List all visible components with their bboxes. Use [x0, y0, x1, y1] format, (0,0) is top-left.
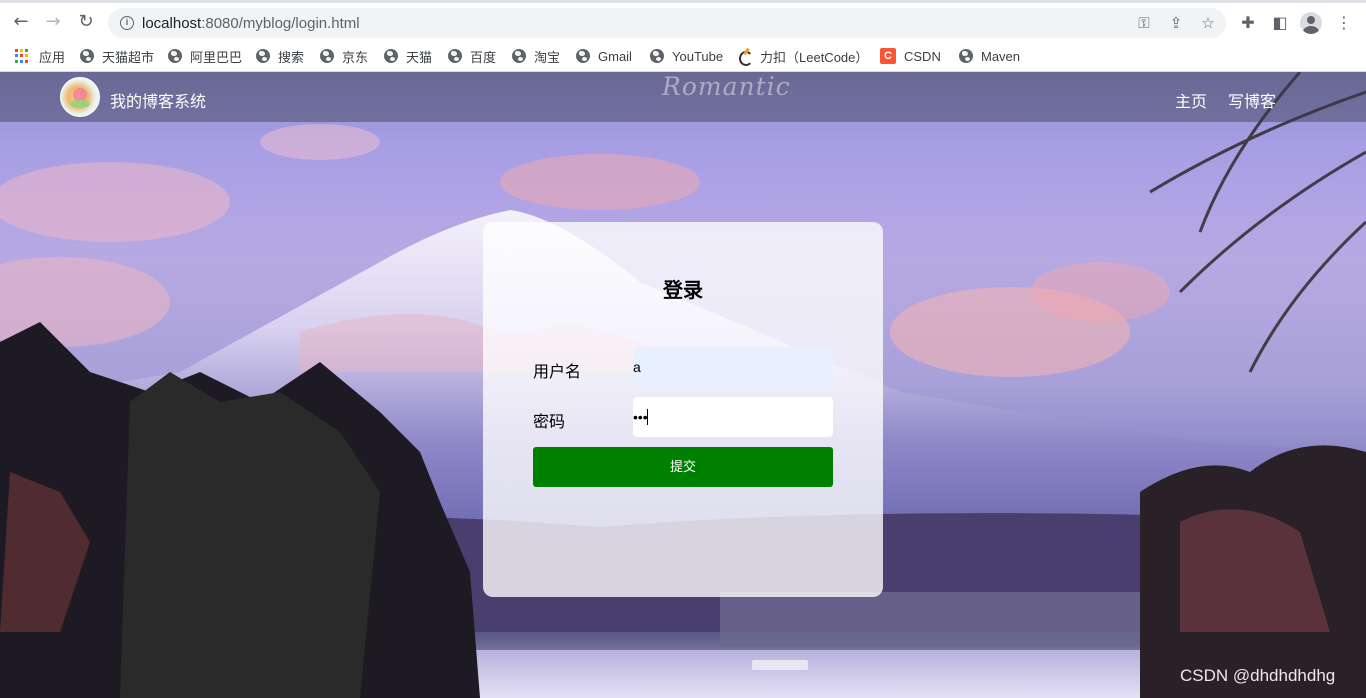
text-caret	[647, 409, 648, 425]
bookmark-label: 京东	[342, 49, 369, 65]
bookmarks-bar: 应用 天猫超市 阿里巴巴 搜索 京东 天猫 百度 淘宝 Gmail YouTub…	[0, 40, 1366, 72]
forward-arrow-icon[interactable]: →	[42, 11, 64, 33]
password-label: 密码	[533, 414, 566, 431]
globe-icon	[80, 49, 94, 63]
bookmark-label: CSDN	[904, 48, 941, 64]
bookmark-label: 搜索	[278, 49, 305, 65]
bookmark-item[interactable]: 力扣（LeetCode）	[738, 46, 868, 66]
globe-icon	[256, 49, 270, 63]
url-host: localhost	[142, 15, 202, 32]
globe-icon	[650, 49, 664, 63]
login-title: 登录	[663, 280, 703, 302]
bookmark-label: Maven	[981, 48, 1021, 64]
site-logo	[60, 77, 100, 117]
globe-icon	[576, 49, 590, 63]
login-card: 登录 用户名 密码 提交	[483, 222, 883, 597]
bookmark-label: 淘宝	[534, 49, 561, 65]
bookmark-label: 阿里巴巴	[190, 49, 243, 65]
globe-icon	[512, 49, 526, 63]
globe-icon	[959, 49, 973, 63]
submit-button[interactable]: 提交	[533, 447, 833, 487]
csdn-watermark: CSDN @dhdhdhdhg	[1180, 666, 1336, 685]
username-input[interactable]	[633, 347, 833, 387]
site-title: 我的博客系统	[110, 94, 207, 111]
bookmark-item[interactable]: Gmail	[576, 46, 632, 66]
password-input[interactable]	[633, 397, 833, 437]
bookmark-label: YouTube	[672, 48, 724, 64]
bookmark-label: 天猫超市	[102, 49, 155, 65]
side-panel-icon[interactable]: ◧	[1270, 13, 1290, 33]
bookmark-item[interactable]: 天猫超市	[80, 46, 154, 66]
bookmark-label: 百度	[470, 49, 497, 65]
key-icon[interactable]: ⚿	[1135, 14, 1153, 32]
banner-text: Romantic	[662, 72, 791, 101]
star-icon[interactable]: ☆	[1199, 14, 1217, 32]
leetcode-icon	[738, 48, 753, 66]
bookmark-item[interactable]: 阿里巴巴	[168, 46, 242, 66]
bookmark-item[interactable]: C CSDN	[880, 46, 941, 66]
site-info-icon[interactable]: i	[120, 16, 134, 30]
bookmark-label: 应用	[39, 49, 66, 65]
extensions-icon[interactable]: ✚	[1238, 13, 1258, 33]
site-navbar: 我的博客系统 Romantic 主页 写博客	[0, 72, 1366, 122]
globe-icon	[168, 49, 182, 63]
bookmark-item[interactable]: 天猫	[384, 46, 432, 66]
apps-grid-icon	[15, 49, 29, 63]
bookmark-label: 力扣（LeetCode）	[760, 49, 869, 65]
browser-toolbar: ← → ↻ i localhost:8080/myblog/login.html…	[0, 0, 1366, 40]
username-label: 用户名	[533, 364, 582, 381]
bookmark-item[interactable]: YouTube	[650, 46, 723, 66]
bookmark-item[interactable]: 百度	[448, 46, 496, 66]
bookmark-item[interactable]: 搜索	[256, 46, 304, 66]
reload-icon[interactable]: ↻	[75, 11, 97, 33]
page-viewport: 我的博客系统 Romantic 主页 写博客 登录 用户名 密码 提交 CSDN…	[0, 72, 1366, 698]
profile-icon[interactable]	[1300, 12, 1322, 34]
url-path: :8080/myblog/login.html	[201, 15, 360, 32]
back-arrow-icon[interactable]: ←	[10, 11, 32, 33]
bookmark-item[interactable]: Maven	[959, 46, 1020, 66]
bookmark-label: Gmail	[598, 48, 632, 64]
nav-link-write-blog[interactable]: 写博客	[1228, 88, 1276, 112]
csdn-icon: C	[880, 48, 896, 64]
globe-icon	[448, 49, 462, 63]
nav-link-home[interactable]: 主页	[1175, 88, 1207, 112]
share-icon[interactable]: ⇪	[1167, 14, 1185, 32]
globe-icon	[384, 49, 398, 63]
url-text[interactable]: localhost:8080/myblog/login.html	[142, 15, 360, 32]
bookmark-apps[interactable]: 应用	[15, 46, 65, 66]
bookmark-item[interactable]: 京东	[320, 46, 368, 66]
menu-icon[interactable]: ⋮	[1334, 13, 1354, 33]
globe-icon	[320, 49, 334, 63]
omnibox[interactable]: i localhost:8080/myblog/login.html ⚿ ⇪ ☆	[108, 8, 1226, 38]
bookmark-item[interactable]: 淘宝	[512, 46, 560, 66]
bookmark-label: 天猫	[406, 49, 433, 65]
